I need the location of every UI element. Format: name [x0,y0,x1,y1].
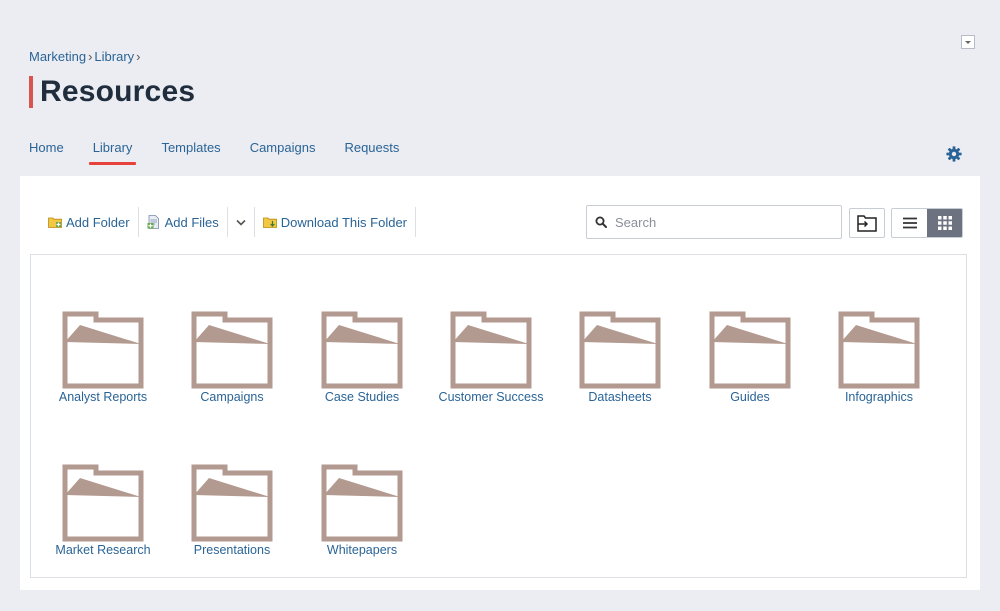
add-files-button[interactable]: Add Files [139,207,227,237]
toolbar: Add Folder Add Files Download This Folde… [40,206,417,238]
breadcrumb-separator: › [136,49,141,64]
folder-label: Case Studies [324,390,400,404]
tab-requests[interactable]: Requests [344,140,399,165]
toolbar-divider [415,207,417,237]
tab-home[interactable]: Home [29,140,64,165]
folder-label: Guides [730,390,770,404]
page-header: Resources [29,74,195,110]
title-accent-bar [29,76,33,108]
folder-item[interactable]: Whitepapers [307,464,417,557]
list-view-icon [902,217,917,229]
folder-icon [838,311,920,389]
download-folder-label: Download This Folder [280,214,408,230]
tab-templates[interactable]: Templates [161,140,220,165]
tab-bar: Home Library Templates Campaigns Request… [29,140,428,165]
folder-icon [579,311,661,389]
folder-icon [709,311,791,389]
gear-icon[interactable] [946,146,962,162]
file-add-icon [147,215,159,229]
folder-item[interactable]: Infographics [824,311,934,404]
folder-grid: Analyst Reports Campaigns Case Studies C… [30,254,967,578]
list-view-button[interactable] [892,209,927,237]
grid-view-button[interactable] [927,209,962,237]
chevron-down-icon [236,219,246,226]
view-toggle [891,208,963,238]
download-folder-button[interactable]: Download This Folder [255,207,415,237]
folder-item[interactable]: Case Studies [307,311,417,404]
folder-add-icon [48,217,62,228]
tab-campaigns[interactable]: Campaigns [250,140,316,165]
folder-download-icon [262,217,277,228]
library-panel: Add Folder Add Files Download This Folde… [20,176,980,590]
folder-icon [62,311,144,389]
folder-icon [191,464,273,542]
folder-label: Presentations [193,543,271,557]
caret-down-icon [965,41,971,44]
folder-label: Infographics [844,390,914,404]
folder-item[interactable]: Market Research [48,464,158,557]
folder-item[interactable]: Customer Success [436,311,546,404]
breadcrumb: Marketing › Library › [29,49,143,64]
folder-item[interactable]: Datasheets [565,311,675,404]
add-folder-button[interactable]: Add Folder [40,207,138,237]
folder-label: Market Research [55,543,151,557]
add-files-dropdown[interactable] [228,207,254,237]
folder-label: Customer Success [438,390,544,404]
search-input[interactable] [615,214,815,230]
search-box [586,205,842,239]
breadcrumb-separator: › [88,49,93,64]
folder-label: Whitepapers [326,543,398,557]
page-title: Resources [40,75,196,108]
folder-icon [62,464,144,542]
breadcrumb-library[interactable]: Library [94,49,134,64]
move-folder-icon [857,215,877,232]
folder-item[interactable]: Guides [695,311,805,404]
folder-icon [191,311,273,389]
tab-library[interactable]: Library [88,140,137,165]
add-folder-label: Add Folder [66,214,130,230]
folder-icon [321,311,403,389]
folder-icon [321,464,403,542]
folder-item[interactable]: Analyst Reports [48,311,158,404]
add-files-label: Add Files [164,214,219,230]
folder-label: Datasheets [588,390,652,404]
move-folder-button[interactable] [849,208,885,238]
breadcrumb-marketing[interactable]: Marketing [29,49,86,64]
folder-item[interactable]: Presentations [177,464,287,557]
folder-label: Analyst Reports [58,390,148,404]
folder-icon [450,311,532,389]
search-icon [595,216,607,228]
grid-view-icon [937,216,952,230]
folder-label: Campaigns [200,390,264,404]
page-options-dropdown[interactable] [961,35,975,49]
folder-item[interactable]: Campaigns [177,311,287,404]
